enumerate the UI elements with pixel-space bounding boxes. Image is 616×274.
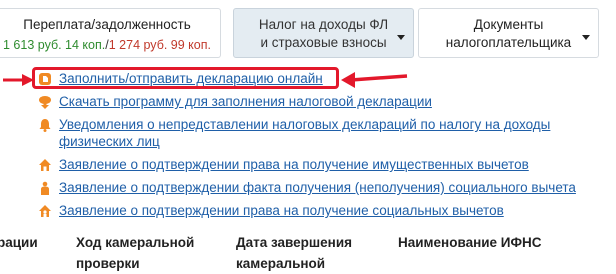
header-line-1: Ход камеральной [76, 235, 195, 250]
link-line-2: физических лиц [59, 134, 160, 149]
arrow-left-icon [341, 72, 408, 88]
tab-documents-line1: Документы [473, 17, 544, 32]
declarations-table-header: рации Ход камеральной проверки Дата заве… [0, 232, 616, 274]
list-item: Заявление о подтверждении права на получ… [38, 202, 504, 219]
chevron-down-icon [582, 35, 590, 40]
column-header-audit-progress: Ход камеральной проверки [76, 232, 216, 274]
column-header-declaration: рации [0, 235, 38, 250]
tab-overpayment-title: Переплата/задолженность [23, 17, 191, 32]
list-item: Заявление о подтверждении права на получ… [38, 156, 529, 173]
list-item: Уведомления о непредставлении налоговых … [38, 116, 550, 150]
social-deduction-fact-application-link[interactable]: Заявление о подтверждении факта получени… [59, 179, 576, 196]
list-item: Заявление о подтверждении факта получени… [38, 179, 576, 196]
family-icon [39, 205, 51, 217]
arrow-right-icon [3, 74, 34, 86]
overpayment-amount: 1 613 руб. 14 коп. [3, 38, 106, 52]
header-line-2: камеральной [236, 256, 326, 271]
header-line-1: Дата завершения [236, 235, 353, 250]
download-icon [39, 96, 51, 109]
tab-documents-line2: налогоплательщика [445, 35, 572, 50]
bell-icon [39, 119, 51, 132]
highlight-frame [32, 67, 339, 89]
list-item: Скачать программу для заполнения налогов… [38, 93, 432, 110]
debt-amount: 1 274 руб. 99 коп. [108, 38, 211, 52]
house-icon [39, 159, 51, 171]
property-deduction-application-link[interactable]: Заявление о подтверждении права на получ… [59, 156, 529, 173]
tab-overpayment-debt[interactable]: Переплата/задолженность 1 613 руб. 14 ко… [0, 8, 221, 58]
tab-ndfl-line1: Налог на доходы ФЛ [258, 17, 389, 32]
tab-taxpayer-documents[interactable]: Документы налогоплательщика [418, 8, 599, 58]
person-icon [41, 181, 49, 195]
column-header-ifns-name: Наименование ИФНС [398, 235, 542, 250]
tab-ndfl-insurance[interactable]: Налог на доходы ФЛ и страховые взносы [233, 8, 414, 58]
non-submission-notices-link[interactable]: Уведомления о непредставлении налоговых … [59, 116, 550, 150]
balance-amounts: 1 613 руб. 14 коп./1 274 руб. 99 коп. [0, 36, 220, 54]
tab-ndfl-line2: и страховые взносы [260, 35, 387, 50]
tab-bar: Переплата/задолженность 1 613 руб. 14 ко… [0, 0, 616, 62]
header-line-2: проверки [76, 256, 140, 271]
column-header-completion-date: Дата завершения камеральной [236, 232, 386, 274]
link-line-1: Уведомления о непредставлении налоговых … [59, 117, 551, 132]
social-deductions-application-link[interactable]: Заявление о подтверждении права на получ… [59, 202, 504, 219]
download-program-link[interactable]: Скачать программу для заполнения налогов… [59, 93, 432, 110]
chevron-down-icon [397, 35, 405, 40]
